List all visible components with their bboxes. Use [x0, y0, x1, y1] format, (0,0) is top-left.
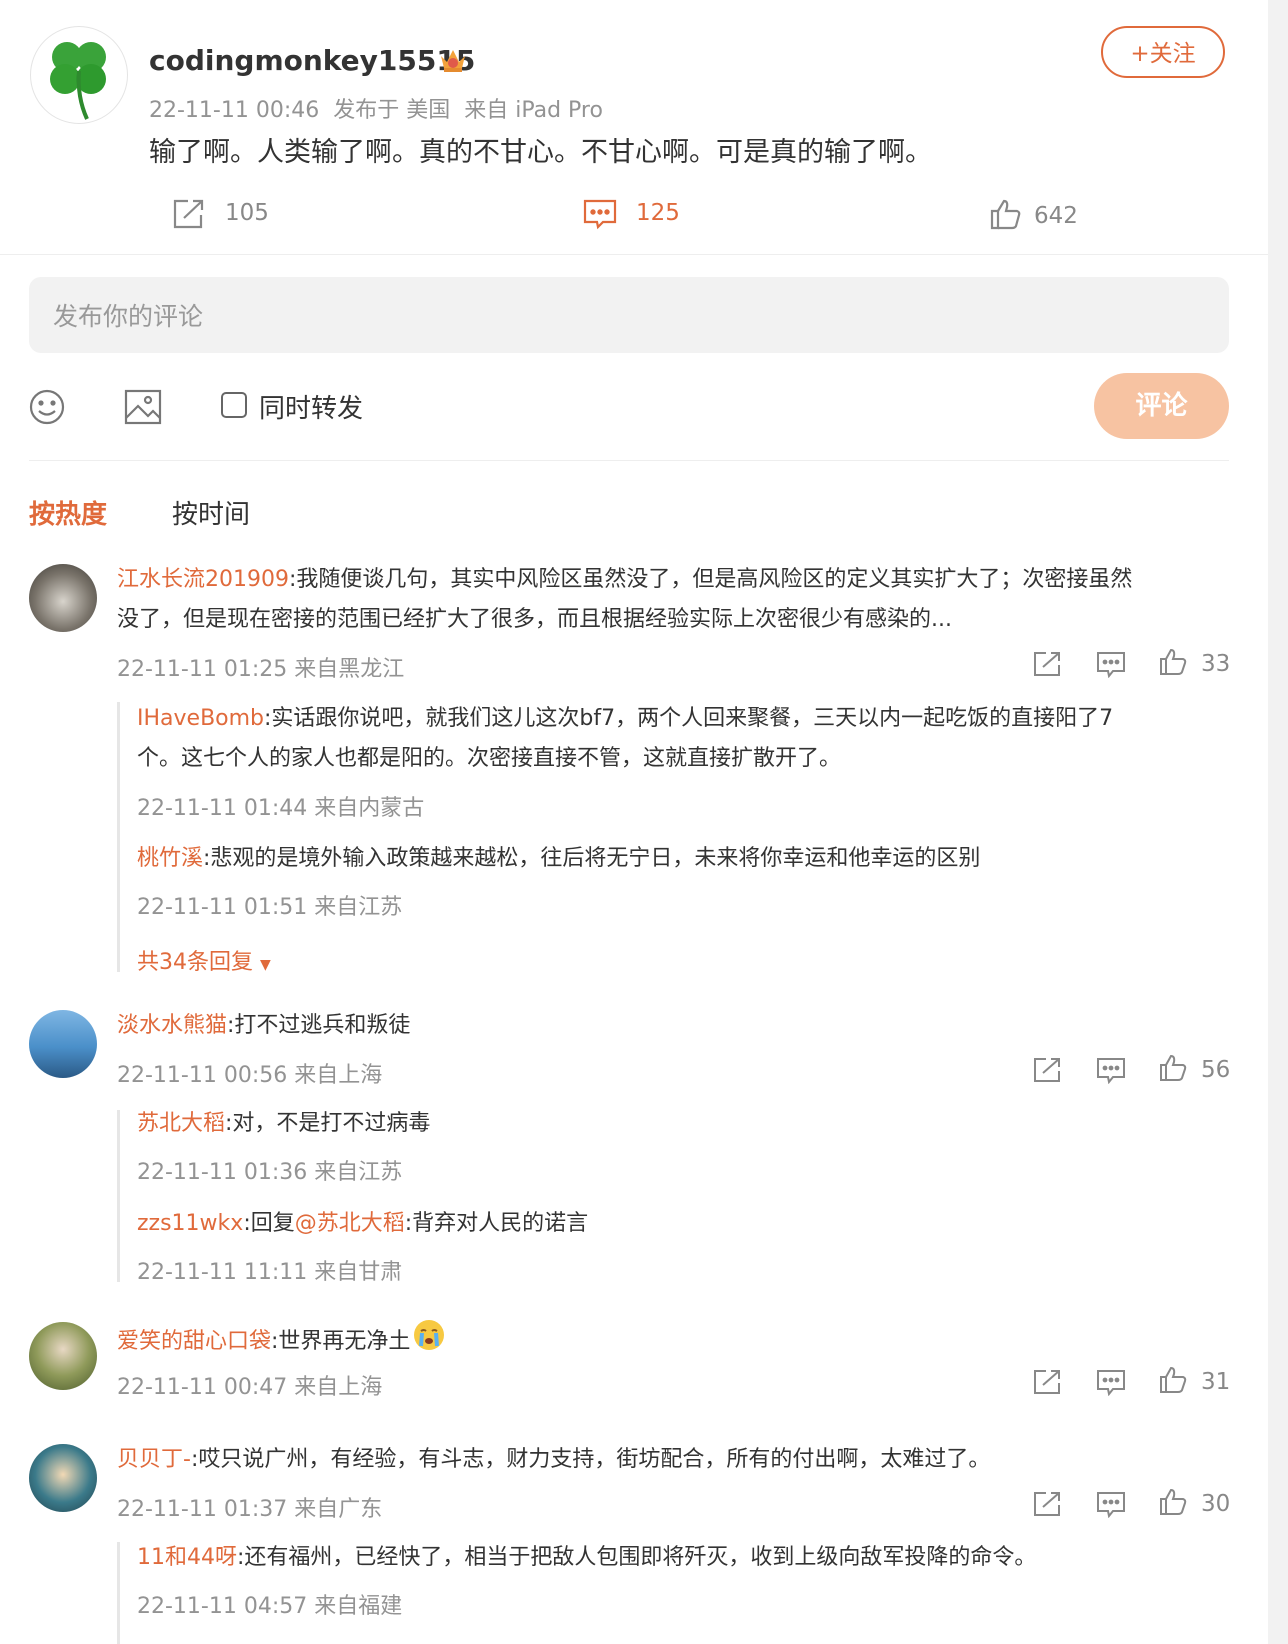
reply-text: IHaveBomb:实话跟你说吧，就我们这儿这次bf7，两个人回来聚餐，三天以内…	[137, 699, 1227, 779]
comment-username[interactable]: 贝贝丁-	[117, 1447, 191, 1472]
reply-username[interactable]: zzs11wkx	[137, 1211, 243, 1236]
reply-meta: 22-11-11 01:51 来自江苏	[137, 895, 403, 920]
comment-like-count: 31	[1201, 1369, 1231, 1395]
crying-face-icon	[412, 1318, 446, 1366]
poster-username[interactable]: codingmonkey15515	[149, 44, 475, 77]
emoji-icon[interactable]	[28, 388, 66, 426]
comment-username[interactable]: 淡水水熊猫	[117, 1013, 227, 1038]
comment-reply-icon[interactable]	[1096, 1368, 1126, 1396]
reply-meta: 22-11-11 01:36 来自江苏	[137, 1160, 403, 1185]
like-icon[interactable]	[990, 198, 1022, 230]
reply-text: 11和44呀:还有福州，已经快了，相当于把敌人包围即将歼灭，收到上级向敌军投降的…	[137, 1538, 1227, 1578]
reply-body: :悲观的是境外输入政策越来越松，往后将无宁日，未来将你幸运和他幸运的区别	[203, 846, 981, 871]
reply-text: 苏北大稻:对，不是打不过病毒	[137, 1104, 1227, 1144]
reply-meta: 22-11-11 01:44 来自内蒙古	[137, 796, 425, 821]
submit-comment-button[interactable]: 评论	[1094, 373, 1229, 439]
post-text: 输了啊。人类输了啊。真的不甘心。不甘心啊。可是真的输了啊。	[149, 137, 932, 168]
image-icon[interactable]	[124, 388, 162, 426]
comment-body: :打不过逃兵和叛徒	[227, 1013, 411, 1038]
comment-input[interactable]: 发布你的评论	[29, 277, 1229, 353]
reply-username[interactable]: 11和44呀	[137, 1545, 237, 1570]
comment-body: :世界再无净土	[271, 1329, 411, 1354]
commenter-avatar[interactable]	[29, 1010, 97, 1078]
comment-like-count: 56	[1201, 1057, 1231, 1083]
reply-body-line1: :实话跟你说吧，就我们这儿这次bf7，两个人回来聚餐，三天以内一起吃饭的直接阳了…	[264, 706, 1114, 731]
follow-button[interactable]: +关注	[1101, 26, 1225, 78]
comment-like-icon[interactable]	[1159, 1054, 1187, 1082]
forward-checkbox-label: 同时转发	[259, 394, 364, 424]
composer-divider	[29, 460, 1229, 461]
comment-icon[interactable]	[583, 198, 617, 230]
reply-username[interactable]: 苏北大稻	[137, 1111, 225, 1136]
more-replies-link[interactable]: 共34条回复 ▼	[137, 944, 271, 976]
repost-icon[interactable]	[172, 198, 206, 230]
comment-body: :哎只说广州，有经验，有斗志，财力支持，街坊配合，所有的付出啊，太难过了。	[190, 1447, 991, 1472]
comment-repost-icon[interactable]	[1032, 1490, 1062, 1518]
comment-like-icon[interactable]	[1159, 648, 1187, 676]
comment-repost-icon[interactable]	[1032, 1368, 1062, 1396]
comment-text: 江水长流201909:我随便谈几句，其实中风险区虽然没了，但是高风险区的定义其实…	[117, 560, 1237, 640]
reply-text: zzs11wkx:回复@苏北大稻:背弃对人民的诺言	[137, 1204, 1227, 1244]
comment-text: 爱笑的甜心口袋:世界再无净土	[117, 1318, 1237, 1366]
weibo-post-panel: codingmonkey15515 22-11-11 00:46 发布于 美国 …	[0, 0, 1268, 1644]
comment-reply-icon[interactable]	[1096, 650, 1126, 678]
comment-body-line1: :我随便谈几句，其实中风险区虽然没了，但是高风险区的定义其实扩大了；次密接虽然	[288, 567, 1133, 592]
comment-repost-icon[interactable]	[1032, 650, 1062, 678]
poster-avatar[interactable]	[30, 26, 128, 124]
more-replies-label: 共34条回复	[137, 950, 253, 975]
reply-thread-bar	[117, 1110, 120, 1282]
comment-meta: 22-11-11 01:37 来自广东	[117, 1497, 383, 1522]
tab-time[interactable]: 按时间	[172, 494, 250, 531]
vip-crown-icon	[438, 46, 468, 74]
comment-like-icon[interactable]	[1159, 1488, 1187, 1516]
reply-body: :还有福州，已经快了，相当于把敌人包围即将歼灭，收到上级向敌军投降的命令。	[237, 1545, 1037, 1570]
comment-like-count: 30	[1201, 1491, 1231, 1517]
reply-username[interactable]: IHaveBomb	[137, 706, 264, 731]
reply-mention[interactable]: @苏北大稻	[295, 1211, 405, 1236]
repost-count: 105	[225, 200, 269, 226]
reply-meta: 22-11-11 04:57 来自福建	[137, 1594, 403, 1619]
reply-meta: 22-11-11 11:11 来自甘肃	[137, 1260, 403, 1285]
commenter-avatar[interactable]	[29, 1444, 97, 1512]
comment-meta: 22-11-11 01:25 来自黑龙江	[117, 657, 405, 682]
comment-meta: 22-11-11 00:47 来自上海	[117, 1375, 383, 1400]
comment-like-count: 33	[1201, 651, 1231, 677]
reply-username[interactable]: 桃竹溪	[137, 846, 203, 871]
reply-body-line2: 个。这七个人的家人也都是阳的。次密接直接不管，这就直接扩散开了。	[137, 746, 842, 771]
reply-body: :对，不是打不过病毒	[225, 1111, 431, 1136]
caret-down-icon: ▼	[260, 957, 271, 973]
reply-text: 桃竹溪:悲观的是境外输入政策越来越松，往后将无宁日，未来将你幸运和他幸运的区别	[137, 839, 1227, 879]
commenter-avatar[interactable]	[29, 564, 97, 632]
like-count: 642	[1034, 203, 1078, 229]
reply-prefix: :回复	[243, 1211, 295, 1236]
commenter-avatar[interactable]	[29, 1322, 97, 1390]
post-meta: 22-11-11 00:46 发布于 美国 来自 iPad Pro	[149, 98, 603, 123]
comment-meta: 22-11-11 00:56 来自上海	[117, 1063, 383, 1088]
comment-repost-icon[interactable]	[1032, 1056, 1062, 1084]
reply-thread-bar	[117, 1542, 120, 1644]
reply-body: :背弃对人民的诺言	[404, 1211, 589, 1236]
comment-reply-icon[interactable]	[1096, 1056, 1126, 1084]
comment-text: 淡水水熊猫:打不过逃兵和叛徒	[117, 1006, 1237, 1046]
comment-input-placeholder: 发布你的评论	[53, 302, 204, 331]
tab-hot[interactable]: 按热度	[29, 494, 107, 531]
forward-checkbox[interactable]	[221, 392, 247, 418]
comment-username[interactable]: 江水长流201909	[117, 567, 289, 592]
post-divider	[0, 254, 1268, 255]
comment-username[interactable]: 爱笑的甜心口袋	[117, 1329, 271, 1354]
reply-thread-bar	[117, 702, 120, 972]
comment-text: 贝贝丁-:哎只说广州，有经验，有斗志，财力支持，街坊配合，所有的付出啊，太难过了…	[117, 1440, 1237, 1480]
comment-count: 125	[636, 200, 680, 226]
comment-like-icon[interactable]	[1159, 1366, 1187, 1394]
comment-reply-icon[interactable]	[1096, 1490, 1126, 1518]
comment-body-line2: 没了，但是现在密接的范围已经扩大了很多，而且根据经验实际上次密很少有感染的...	[117, 607, 952, 632]
